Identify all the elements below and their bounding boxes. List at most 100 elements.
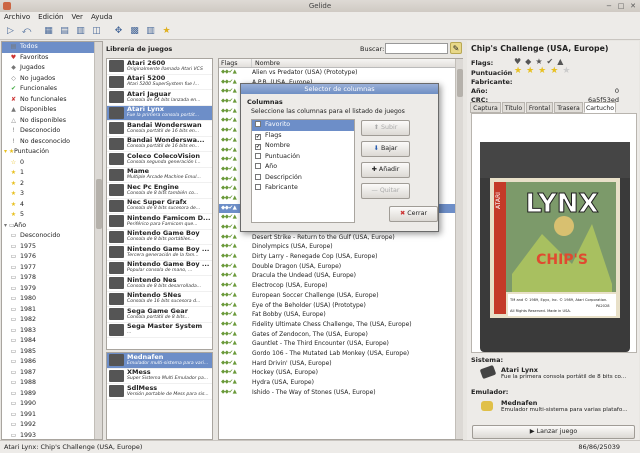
column-option[interactable]: Año: [252, 162, 354, 173]
game-row[interactable]: ◆◆✔▲ Eye of the Beholder (USA) (Prototype…: [219, 301, 462, 311]
menu-ayuda[interactable]: Ayuda: [87, 12, 117, 23]
game-row[interactable]: ◆◆✔▲ Gates of Zendocon, The (USA, Europe): [219, 330, 462, 340]
broom-clear-icon[interactable]: ✎: [450, 42, 462, 54]
column-option[interactable]: Fabricante: [252, 183, 354, 194]
system-item[interactable]: Nintendo Game Boy Consola de 8 bits portá…: [107, 230, 212, 245]
star-icon[interactable]: ★: [514, 66, 526, 76]
maximize-icon[interactable]: □: [617, 2, 625, 10]
star-icon[interactable]: ★: [538, 66, 550, 76]
favorite-icon[interactable]: ★: [160, 25, 173, 38]
filter-item[interactable]: ✘ No funcionales: [2, 95, 102, 106]
play-icon[interactable]: ▷: [4, 25, 17, 38]
system-item[interactable]: Nintendo Game Boy ... Popular consola de …: [107, 261, 212, 276]
system-item[interactable]: Bandai Wonderswa... Consola portátil de 1…: [107, 137, 212, 152]
column-option[interactable]: ✔ Nombre: [252, 141, 354, 152]
system-item[interactable]: Bandai Wonderswan Consola portátil de 16 …: [107, 121, 212, 137]
filter-item[interactable]: ★ 5: [2, 210, 102, 221]
star-icon[interactable]: ★: [550, 66, 562, 76]
filter-item[interactable]: ▭ 1985: [2, 347, 102, 358]
filter-item[interactable]: ▭ 1982: [2, 315, 102, 326]
system-item[interactable]: Sega Game Gear Consola portátil de 8 bits…: [107, 307, 212, 323]
column-checkbox[interactable]: ✔: [255, 144, 261, 150]
add-column-button[interactable]: ✚ Añadir: [361, 162, 410, 178]
emulator-item[interactable]: Mednafen Emulador multi-sistema para vari…: [107, 353, 212, 369]
game-row[interactable]: ◆◆✔▲ Hard Drivin' (USA, Europe): [219, 359, 462, 369]
system-item[interactable]: Atari Jaguar Consola de 64 bits lanzada e…: [107, 90, 212, 106]
column-option[interactable]: Favorito: [252, 120, 354, 131]
system-item[interactable]: Atari 5200 Atari 5200 SuperSystem fue l..…: [107, 75, 212, 90]
game-row[interactable]: ◆◆✔▲ Dracula the Undead (USA, Europe): [219, 271, 462, 281]
filter-item[interactable]: ▭ 1992: [2, 420, 102, 431]
game-row[interactable]: ◆◆✔▲ Double Dragon (USA, Europe): [219, 262, 462, 272]
filter-item[interactable]: ♥ Favoritos: [2, 53, 102, 64]
menu-ver[interactable]: Ver: [68, 12, 87, 23]
filter-item[interactable]: ✔ Funcionales: [2, 84, 102, 95]
tab-título[interactable]: Título: [502, 102, 525, 113]
filter-item[interactable]: ! Desconocido: [2, 126, 102, 137]
filter-item[interactable]: ▭ 1983: [2, 326, 102, 337]
star-icon[interactable]: ★: [526, 66, 538, 76]
move-down-button[interactable]: ⬇ Bajar: [361, 141, 410, 157]
game-row[interactable]: ◆◆✔▲ Dirty Larry - Renegade Cop (USA, Eur…: [219, 252, 462, 262]
filter-item[interactable]: ◇ No jugados: [2, 74, 102, 85]
filter-item[interactable]: ▭ 1984: [2, 336, 102, 347]
gelide-app-icon[interactable]: [3, 2, 11, 10]
game-row[interactable]: ◆◆✔▲ Dinolympics (USA, Europe): [219, 242, 462, 252]
filter-item[interactable]: △ No disponibles: [2, 116, 102, 127]
filter-item[interactable]: ▭ 1993: [2, 431, 102, 440]
system-item[interactable]: Nintendo SNes Consola de 16 bits sucesora…: [107, 292, 212, 307]
tab-trasera[interactable]: Trasera: [554, 102, 583, 113]
search-input[interactable]: [385, 43, 448, 54]
rating-stars[interactable]: ★★★★★: [514, 66, 574, 76]
game-row[interactable]: ◆◆✔▲ Gauntlet - The Third Encounter (USA,…: [219, 339, 462, 349]
col-flags[interactable]: Flags: [219, 59, 252, 67]
filter-item[interactable]: ★ 1: [2, 168, 102, 179]
system-item[interactable]: Coleco ColecoVision Consola segunda gener…: [107, 152, 212, 168]
system-item[interactable]: Atari Lynx Fue la primera consola portát.…: [107, 105, 212, 121]
game-row[interactable]: ◆◆✔▲ Ishido - The Way of Stones (USA, Eur…: [219, 388, 462, 398]
star-icon[interactable]: ★: [562, 66, 574, 76]
game-row[interactable]: ◆◆✔▲ Fat Bobby (USA, Europe): [219, 310, 462, 320]
filter-item[interactable]: ▭ 1981: [2, 305, 102, 316]
launch-game-button[interactable]: ▶ Lanzar juego: [472, 425, 635, 439]
game-row[interactable]: ◆◆✔▲ Hockey (USA, Europe): [219, 368, 462, 378]
column-checkbox[interactable]: [255, 152, 261, 159]
filter-item[interactable]: ! No desconocido: [2, 137, 102, 148]
grid-icon[interactable]: ▩: [128, 25, 141, 38]
game-row[interactable]: ◆◆✔▲ Hydra (USA, Europe): [219, 378, 462, 388]
menu-archivo[interactable]: Archivo: [0, 12, 34, 23]
column-checkbox[interactable]: [255, 121, 261, 127]
filter-item[interactable]: ▾ ★Puntuación: [2, 147, 102, 158]
column-checkbox[interactable]: [255, 184, 261, 190]
column-checkbox[interactable]: [255, 173, 261, 180]
system-item[interactable]: Nintendo Famicom D... Periférico para Fam…: [107, 214, 212, 230]
system-item[interactable]: Nec Super Grafx Consola de 8 bits sucesor…: [107, 199, 212, 214]
filter-item[interactable]: ▭ 1979: [2, 284, 102, 295]
filter-item[interactable]: ▭ 1989: [2, 389, 102, 400]
filter-item[interactable]: ▲ Disponibles: [2, 105, 102, 116]
filter-item[interactable]: ▭ 1988: [2, 378, 102, 389]
filter-item[interactable]: ▭ 1991: [2, 410, 102, 421]
move-icon[interactable]: ✥: [112, 25, 125, 38]
column-checkbox[interactable]: ✔: [255, 133, 261, 140]
move-up-button[interactable]: ⬆ Subir: [361, 120, 410, 136]
layout-2-icon[interactable]: ▤: [58, 25, 71, 38]
filter-item[interactable]: ★ 2: [2, 179, 102, 190]
filter-item[interactable]: ▭ 1980: [2, 294, 102, 305]
system-item[interactable]: Mame Multiple Arcade Machine Emul...: [107, 168, 212, 183]
filter-item[interactable]: ▭ 1986: [2, 357, 102, 368]
system-item[interactable]: Nintendo Game Boy ... Tercera generación …: [107, 245, 212, 261]
tab-captura[interactable]: Captura: [470, 102, 501, 113]
game-row[interactable]: ◆◆✔▲ Alien vs Predator (USA) (Prototype): [219, 68, 462, 78]
filter-item[interactable]: ☆ 0: [2, 158, 102, 169]
system-item[interactable]: Atari 2600 Originalmente llamada Atari VC…: [107, 59, 212, 75]
remove-column-button[interactable]: — Quitar: [361, 183, 410, 199]
layout-4-icon[interactable]: ◫: [90, 25, 103, 38]
filter-item[interactable]: ▭ Desconocido: [2, 231, 102, 242]
close-icon[interactable]: ✕: [629, 2, 637, 10]
tab-frontal[interactable]: Frontal: [526, 102, 553, 113]
system-item[interactable]: Sega Master System...: [107, 323, 212, 338]
menu-edicion[interactable]: Edición: [34, 12, 67, 23]
col-name[interactable]: Nombre: [252, 59, 280, 67]
list-icon[interactable]: ▥: [144, 25, 157, 38]
